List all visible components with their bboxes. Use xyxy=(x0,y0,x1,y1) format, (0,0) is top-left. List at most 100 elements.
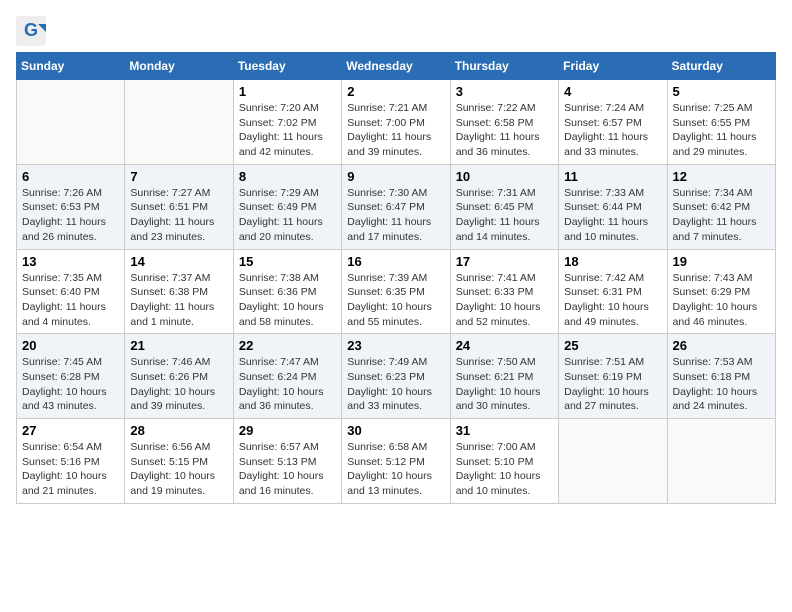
day-number: 1 xyxy=(239,84,336,99)
calendar-cell: 23 Sunrise: 7:49 AM Sunset: 6:23 PM Dayli… xyxy=(342,334,450,419)
weekday-header: Thursday xyxy=(450,53,558,80)
calendar-cell xyxy=(17,80,125,165)
day-number: 12 xyxy=(673,169,770,184)
calendar-cell: 5Sunrise: 7:25 AM Sunset: 6:55 PM Daylig… xyxy=(667,80,775,165)
day-info: Sunrise: 7:42 AM Sunset: 6:31 PM Dayligh… xyxy=(564,271,661,330)
day-info: Sunrise: 7:51 AM Sunset: 6:19 PM Dayligh… xyxy=(564,355,661,414)
weekday-header: Friday xyxy=(559,53,667,80)
day-info: Sunrise: 7:20 AM Sunset: 7:02 PM Dayligh… xyxy=(239,101,336,160)
day-info: Sunrise: 7:43 AM Sunset: 6:29 PM Dayligh… xyxy=(673,271,770,330)
calendar-body: 1 Sunrise: 7:20 AM Sunset: 7:02 PM Daylig… xyxy=(17,80,776,504)
day-number: 14 xyxy=(130,254,227,269)
calendar-cell: 13 Sunrise: 7:35 AM Sunset: 6:40 PM Dayli… xyxy=(17,249,125,334)
day-number: 22 xyxy=(239,338,336,353)
day-info: Sunrise: 6:56 AM Sunset: 5:15 PM Dayligh… xyxy=(130,440,227,499)
calendar-cell: 18 Sunrise: 7:42 AM Sunset: 6:31 PM Dayli… xyxy=(559,249,667,334)
calendar-cell xyxy=(559,419,667,504)
day-number: 3 xyxy=(456,84,553,99)
day-info: Sunrise: 7:31 AM Sunset: 6:45 PM Dayligh… xyxy=(456,186,553,245)
day-number: 10 xyxy=(456,169,553,184)
day-info: Sunrise: 7:00 AM Sunset: 5:10 PM Dayligh… xyxy=(456,440,553,499)
weekday-header: Sunday xyxy=(17,53,125,80)
calendar-cell: 31 Sunrise: 7:00 AM Sunset: 5:10 PM Dayli… xyxy=(450,419,558,504)
calendar-row: 20 Sunrise: 7:45 AM Sunset: 6:28 PM Dayli… xyxy=(17,334,776,419)
day-info: Sunrise: 7:49 AM Sunset: 6:23 PM Dayligh… xyxy=(347,355,444,414)
day-number: 2 xyxy=(347,84,444,99)
day-info: Sunrise: 7:22 AM Sunset: 6:58 PM Dayligh… xyxy=(456,101,553,160)
day-info: Sunrise: 6:58 AM Sunset: 5:12 PM Dayligh… xyxy=(347,440,444,499)
calendar-cell: 10 Sunrise: 7:31 AM Sunset: 6:45 PM Dayli… xyxy=(450,164,558,249)
day-info: Sunrise: 7:47 AM Sunset: 6:24 PM Dayligh… xyxy=(239,355,336,414)
calendar-cell: 4 Sunrise: 7:24 AM Sunset: 6:57 PM Daylig… xyxy=(559,80,667,165)
day-info: Sunrise: 7:30 AM Sunset: 6:47 PM Dayligh… xyxy=(347,186,444,245)
calendar-cell: 27Sunrise: 6:54 AM Sunset: 5:16 PM Dayli… xyxy=(17,419,125,504)
day-number: 26 xyxy=(673,338,770,353)
day-number: 27 xyxy=(22,423,119,438)
calendar-cell: 6Sunrise: 7:26 AM Sunset: 6:53 PM Daylig… xyxy=(17,164,125,249)
day-number: 6 xyxy=(22,169,119,184)
day-info: Sunrise: 7:24 AM Sunset: 6:57 PM Dayligh… xyxy=(564,101,661,160)
day-number: 29 xyxy=(239,423,336,438)
day-number: 20 xyxy=(22,338,119,353)
calendar-cell: 12 Sunrise: 7:34 AM Sunset: 6:42 PM Dayli… xyxy=(667,164,775,249)
day-number: 8 xyxy=(239,169,336,184)
calendar-cell xyxy=(125,80,233,165)
calendar-cell: 22 Sunrise: 7:47 AM Sunset: 6:24 PM Dayli… xyxy=(233,334,341,419)
calendar-cell: 15Sunrise: 7:38 AM Sunset: 6:36 PM Dayli… xyxy=(233,249,341,334)
day-info: Sunrise: 7:37 AM Sunset: 6:38 PM Dayligh… xyxy=(130,271,227,330)
calendar-row: 27Sunrise: 6:54 AM Sunset: 5:16 PM Dayli… xyxy=(17,419,776,504)
calendar-cell: 3 Sunrise: 7:22 AM Sunset: 6:58 PM Daylig… xyxy=(450,80,558,165)
day-number: 11 xyxy=(564,169,661,184)
day-number: 31 xyxy=(456,423,553,438)
calendar-table: SundayMondayTuesdayWednesdayThursdayFrid… xyxy=(16,52,776,504)
calendar-row: 1 Sunrise: 7:20 AM Sunset: 7:02 PM Daylig… xyxy=(17,80,776,165)
calendar-cell: 21Sunrise: 7:46 AM Sunset: 6:26 PM Dayli… xyxy=(125,334,233,419)
day-number: 15 xyxy=(239,254,336,269)
day-number: 13 xyxy=(22,254,119,269)
day-number: 4 xyxy=(564,84,661,99)
day-number: 23 xyxy=(347,338,444,353)
calendar-cell: 2 Sunrise: 7:21 AM Sunset: 7:00 PM Daylig… xyxy=(342,80,450,165)
calendar-cell: 28 Sunrise: 6:56 AM Sunset: 5:15 PM Dayli… xyxy=(125,419,233,504)
calendar-cell: 14 Sunrise: 7:37 AM Sunset: 6:38 PM Dayli… xyxy=(125,249,233,334)
day-info: Sunrise: 7:50 AM Sunset: 6:21 PM Dayligh… xyxy=(456,355,553,414)
weekday-header: Tuesday xyxy=(233,53,341,80)
calendar-cell: 16 Sunrise: 7:39 AM Sunset: 6:35 PM Dayli… xyxy=(342,249,450,334)
day-info: Sunrise: 7:29 AM Sunset: 6:49 PM Dayligh… xyxy=(239,186,336,245)
logo: G xyxy=(16,16,44,40)
calendar-row: 6Sunrise: 7:26 AM Sunset: 6:53 PM Daylig… xyxy=(17,164,776,249)
svg-text:G: G xyxy=(24,20,38,40)
calendar-cell: 26 Sunrise: 7:53 AM Sunset: 6:18 PM Dayli… xyxy=(667,334,775,419)
calendar-row: 13 Sunrise: 7:35 AM Sunset: 6:40 PM Dayli… xyxy=(17,249,776,334)
day-info: Sunrise: 7:21 AM Sunset: 7:00 PM Dayligh… xyxy=(347,101,444,160)
calendar-cell: 8 Sunrise: 7:29 AM Sunset: 6:49 PM Daylig… xyxy=(233,164,341,249)
day-info: Sunrise: 7:39 AM Sunset: 6:35 PM Dayligh… xyxy=(347,271,444,330)
day-number: 30 xyxy=(347,423,444,438)
calendar-cell: 24Sunrise: 7:50 AM Sunset: 6:21 PM Dayli… xyxy=(450,334,558,419)
calendar-cell: 29 Sunrise: 6:57 AM Sunset: 5:13 PM Dayli… xyxy=(233,419,341,504)
calendar-cell: 11 Sunrise: 7:33 AM Sunset: 6:44 PM Dayli… xyxy=(559,164,667,249)
day-number: 18 xyxy=(564,254,661,269)
day-number: 5 xyxy=(673,84,770,99)
calendar-header: SundayMondayTuesdayWednesdayThursdayFrid… xyxy=(17,53,776,80)
day-info: Sunrise: 7:53 AM Sunset: 6:18 PM Dayligh… xyxy=(673,355,770,414)
day-info: Sunrise: 7:34 AM Sunset: 6:42 PM Dayligh… xyxy=(673,186,770,245)
day-info: Sunrise: 7:45 AM Sunset: 6:28 PM Dayligh… xyxy=(22,355,119,414)
day-number: 16 xyxy=(347,254,444,269)
day-info: Sunrise: 7:33 AM Sunset: 6:44 PM Dayligh… xyxy=(564,186,661,245)
calendar-cell: 30 Sunrise: 6:58 AM Sunset: 5:12 PM Dayli… xyxy=(342,419,450,504)
calendar-cell: 25Sunrise: 7:51 AM Sunset: 6:19 PM Dayli… xyxy=(559,334,667,419)
day-number: 28 xyxy=(130,423,227,438)
header: G xyxy=(16,16,776,40)
weekday-header: Saturday xyxy=(667,53,775,80)
day-number: 19 xyxy=(673,254,770,269)
day-info: Sunrise: 7:46 AM Sunset: 6:26 PM Dayligh… xyxy=(130,355,227,414)
day-info: Sunrise: 6:57 AM Sunset: 5:13 PM Dayligh… xyxy=(239,440,336,499)
calendar-cell: 20 Sunrise: 7:45 AM Sunset: 6:28 PM Dayli… xyxy=(17,334,125,419)
calendar-cell xyxy=(667,419,775,504)
calendar-cell: 9 Sunrise: 7:30 AM Sunset: 6:47 PM Daylig… xyxy=(342,164,450,249)
weekday-header: Wednesday xyxy=(342,53,450,80)
day-info: Sunrise: 7:35 AM Sunset: 6:40 PM Dayligh… xyxy=(22,271,119,330)
day-number: 9 xyxy=(347,169,444,184)
calendar-cell: 17Sunrise: 7:41 AM Sunset: 6:33 PM Dayli… xyxy=(450,249,558,334)
